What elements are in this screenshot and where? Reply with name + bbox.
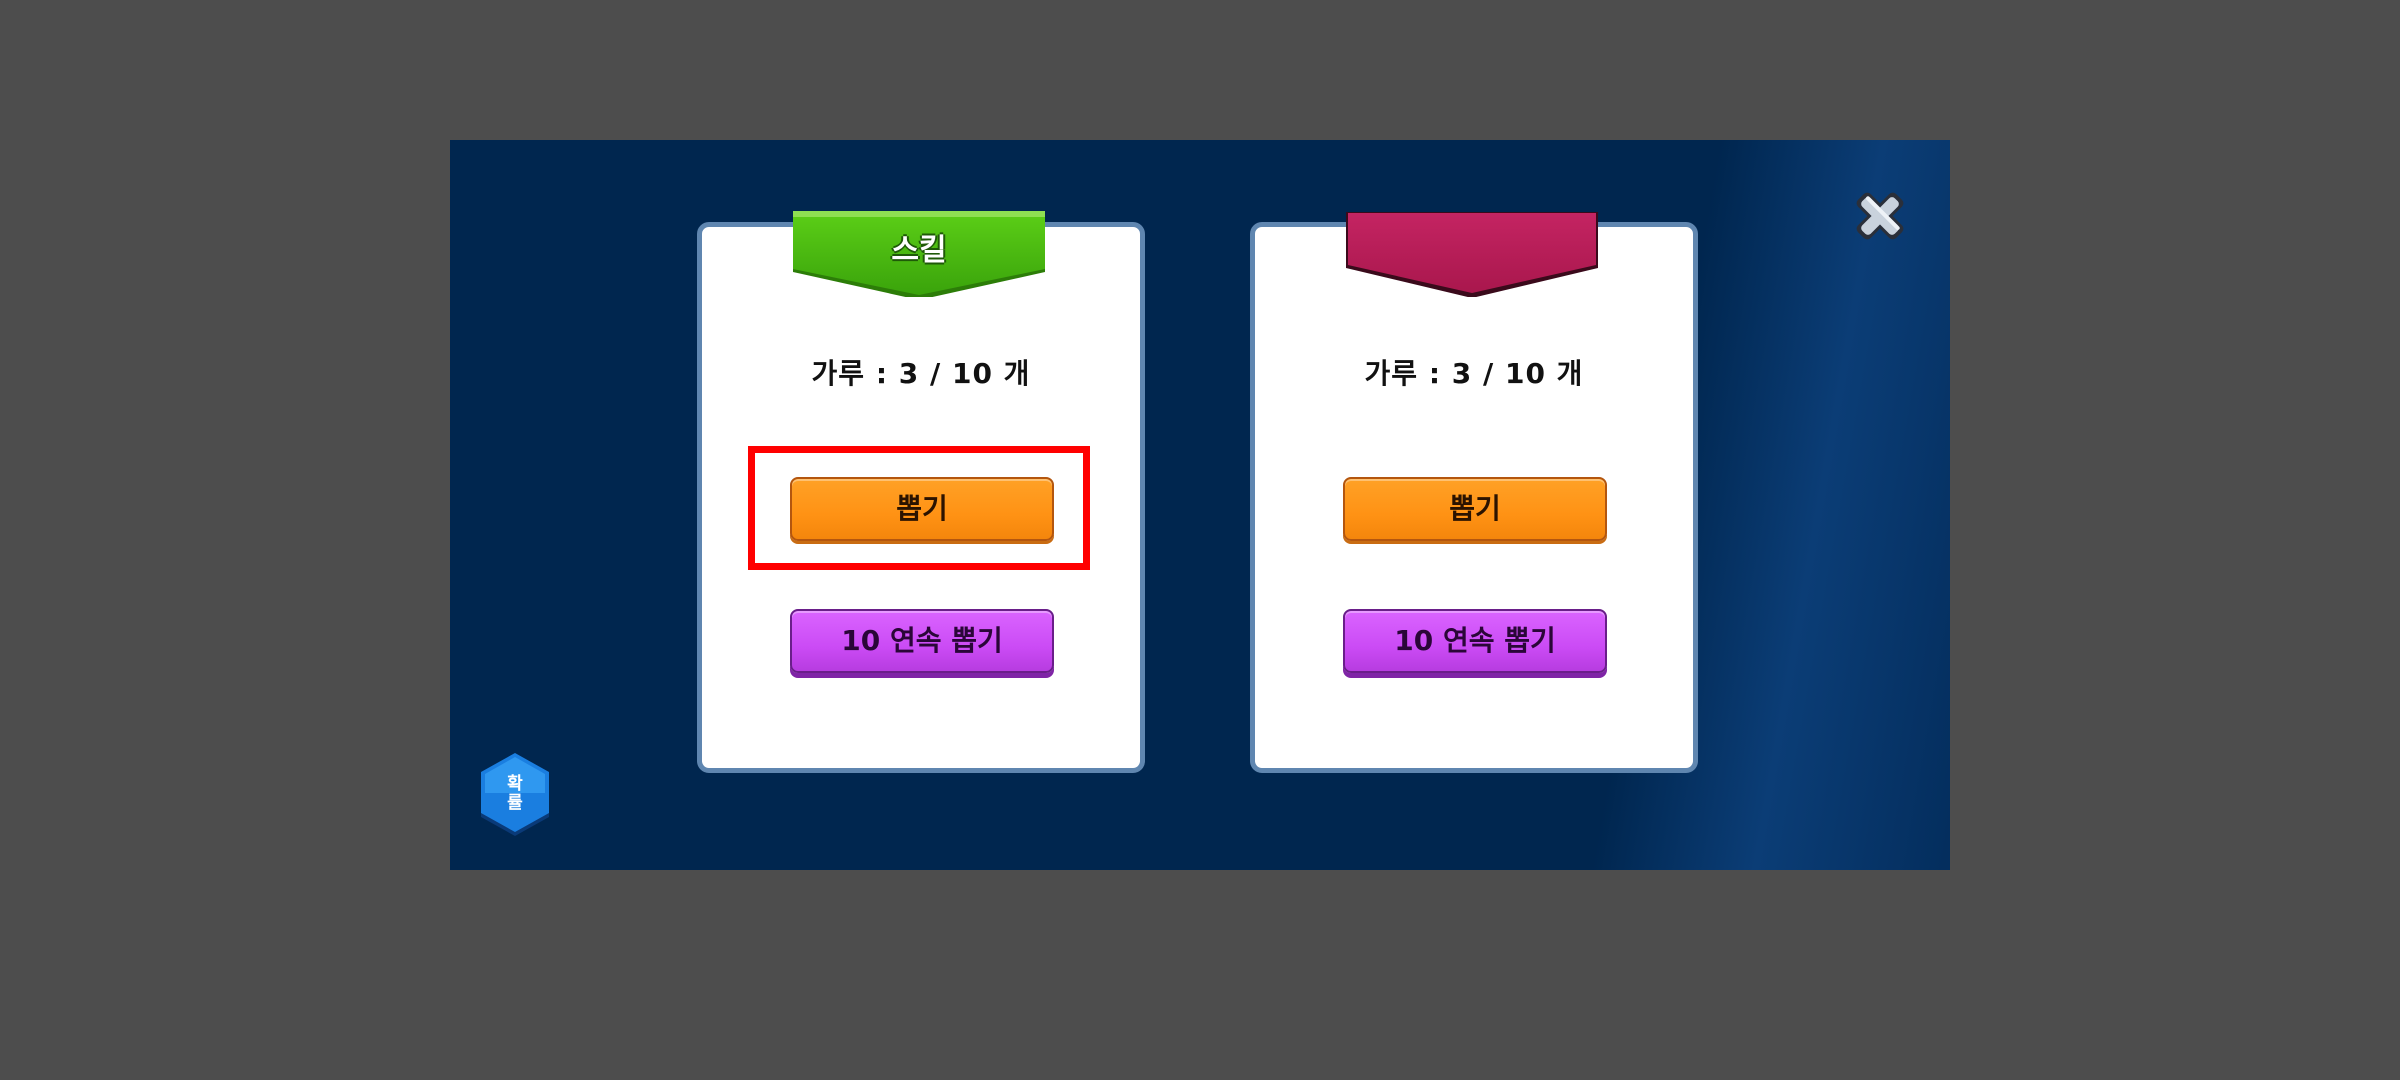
panel-background-sheen (450, 140, 1950, 870)
single-draw-button[interactable]: 뽑기 (790, 477, 1054, 541)
second-ribbon (1346, 211, 1598, 297)
ten-draw-button[interactable]: 10 연속 뽑기 (790, 609, 1054, 673)
skill-ribbon-label: 스킬 (891, 233, 947, 268)
close-button[interactable] (1852, 188, 1908, 244)
second-gacha-card: 가루 : 3 / 10 개 뽑기 10 연속 뽑기 (1250, 212, 1698, 773)
skill-ribbon: 스킬 (793, 211, 1045, 297)
powder-count: 가루 : 3 / 10 개 (811, 357, 1031, 390)
probability-label: 확 률 (507, 774, 523, 813)
single-draw-button[interactable]: 뽑기 (1343, 477, 1607, 541)
dim-overlay: 스킬 가루 : 3 / 10 개 뽑기 10 연속 뽑기 가루 : 3 / 10… (0, 0, 2400, 1080)
gacha-panel (450, 140, 1950, 870)
ten-draw-button[interactable]: 10 연속 뽑기 (1343, 609, 1607, 673)
powder-count: 가루 : 3 / 10 개 (1364, 357, 1584, 390)
close-x-icon (1856, 192, 1904, 240)
ribbon-red-shape (1346, 212, 1598, 297)
probability-button[interactable]: 확 률 (478, 753, 552, 837)
skill-gacha-card: 스킬 가루 : 3 / 10 개 뽑기 10 연속 뽑기 (697, 211, 1145, 773)
